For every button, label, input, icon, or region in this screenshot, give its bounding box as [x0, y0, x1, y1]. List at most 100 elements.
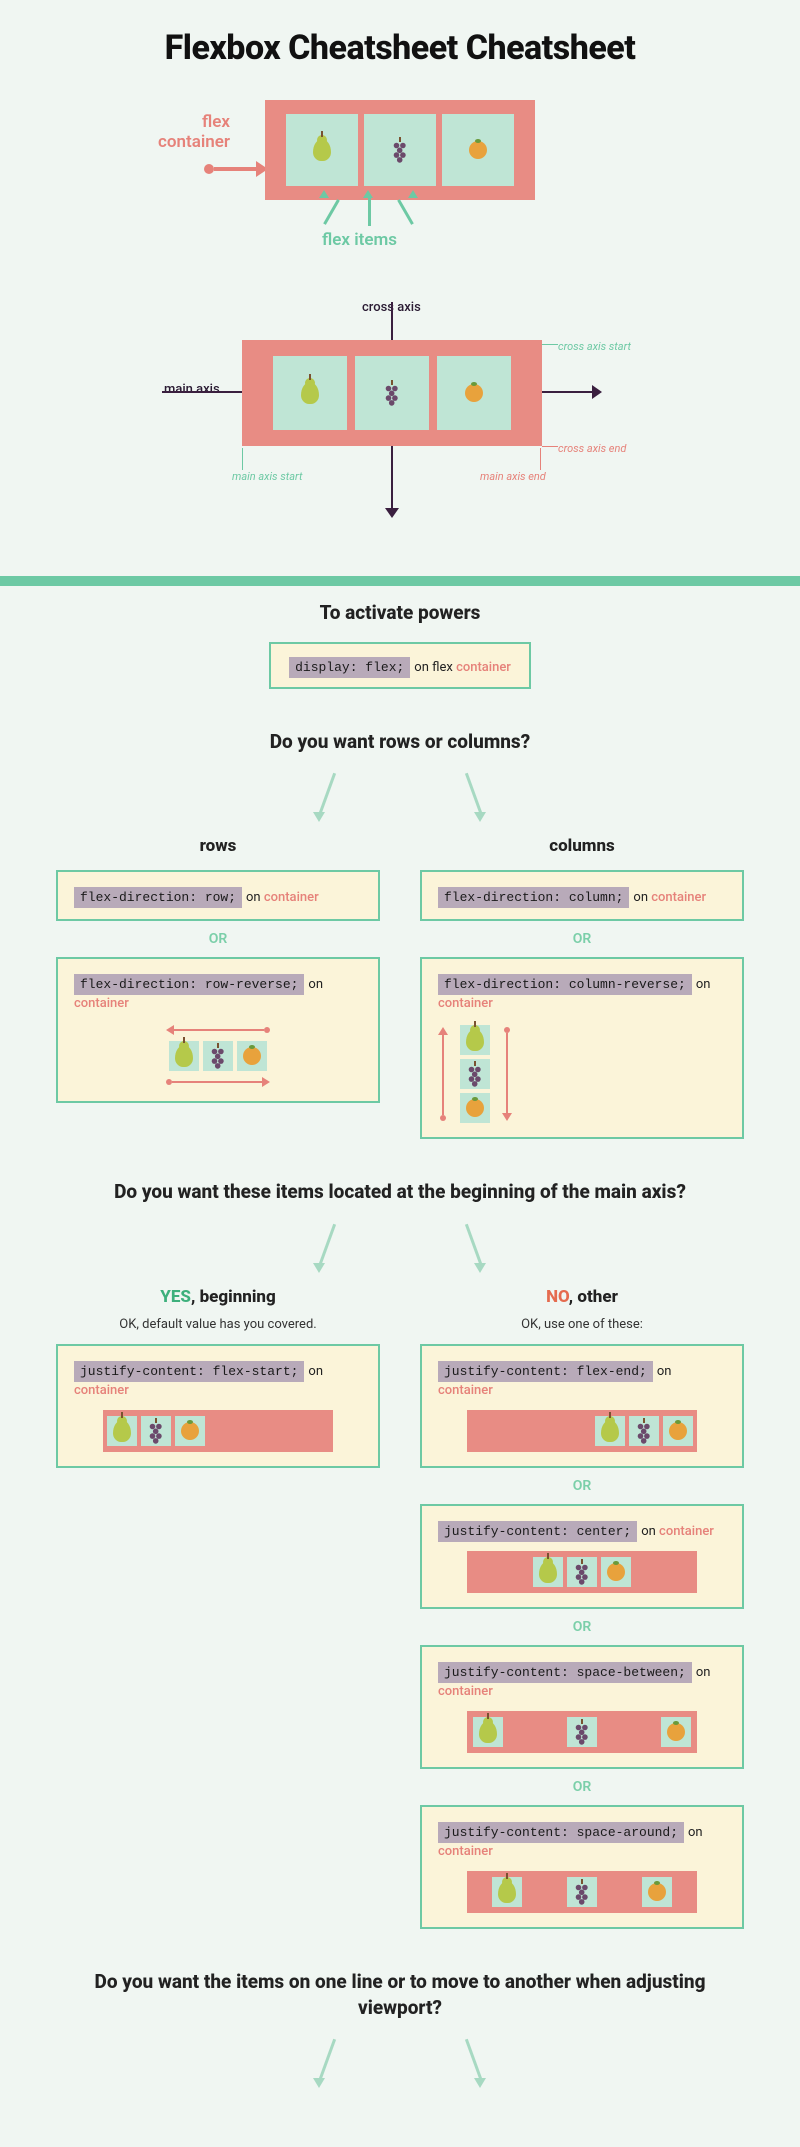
items-arrow-head: [363, 190, 373, 198]
branch-arrow: [319, 2039, 336, 2079]
justify-end-codebox: justify-content: flex-end; on container: [420, 1344, 744, 1468]
wrap-heading: Do you want the items on one line or to …: [0, 1963, 800, 2036]
items-arrow: [368, 198, 371, 226]
cross-axis-arrow: [385, 508, 399, 518]
orange-icon: [465, 384, 483, 402]
orange-icon: [607, 1563, 625, 1581]
orange-icon: [243, 1047, 261, 1065]
pear-icon: [313, 139, 331, 161]
column-reverse-codebox: flex-direction: column-reverse; on conta…: [420, 957, 744, 1139]
items-arrow-head: [408, 190, 418, 198]
cross-axis-end-label: cross axis end: [558, 442, 626, 455]
column-codebox: flex-direction: column; on container: [420, 870, 744, 921]
justify-heading: Do you want these items located at the b…: [0, 1173, 800, 1221]
container-arrow-dot: [204, 164, 214, 174]
items-arrow: [397, 199, 414, 225]
justify-end-demo: [467, 1410, 697, 1452]
page-title: Flexbox Cheatsheet Cheatsheet: [0, 0, 800, 90]
or-label: OR: [420, 1619, 744, 1635]
justify-start-demo: [103, 1410, 333, 1452]
mae-tick: [540, 448, 541, 470]
justify-between-codebox: justify-content: space-between; on conta…: [420, 1645, 744, 1769]
code-justify-flex-start: justify-content: flex-start;: [74, 1361, 304, 1382]
pear-icon: [479, 1721, 497, 1743]
flex-items-label: flex items: [322, 230, 397, 250]
branch-arrow: [319, 1224, 336, 1264]
branch-arrow: [465, 1224, 482, 1264]
reverse-arrow-left: [166, 1025, 270, 1035]
pear-icon: [301, 382, 319, 404]
main-axis-end-label: main axis end: [480, 470, 546, 483]
branch-arrow-head: [474, 1263, 486, 1273]
pear-icon: [539, 1561, 557, 1583]
justify-between-demo: [467, 1711, 697, 1753]
orange-icon: [648, 1883, 666, 1901]
main-axis-arrow: [592, 385, 602, 399]
rows-cols-heading: Do you want rows or columns?: [0, 723, 800, 771]
code-justify-space-around: justify-content: space-around;: [438, 1822, 684, 1843]
cross-axis-start-label: cross axis start: [558, 340, 631, 353]
grape-icon: [466, 1064, 484, 1084]
row-codebox: flex-direction: row; on container: [56, 870, 380, 921]
activate-heading: To activate powers: [0, 594, 800, 642]
no-subtitle: OK, use one of these:: [420, 1317, 744, 1332]
pear-icon: [601, 1420, 619, 1442]
grape-icon: [573, 1722, 591, 1742]
justify-around-demo: [467, 1871, 697, 1913]
row-reverse-codebox: flex-direction: row-reverse; on containe…: [56, 957, 380, 1103]
flex-container-label: flex container: [158, 113, 230, 152]
or-label: OR: [56, 931, 380, 947]
branch-arrow-head: [474, 2078, 486, 2088]
grape-icon: [635, 1421, 653, 1441]
or-label: OR: [420, 1478, 744, 1494]
code-display-flex: display: flex;: [289, 657, 410, 678]
branch-arrow: [465, 2039, 482, 2079]
flex-item: [355, 356, 429, 430]
justify-start-codebox: justify-content: flex-start; on containe…: [56, 1344, 380, 1468]
flex-item: [273, 356, 347, 430]
justify-around-codebox: justify-content: space-around; on contai…: [420, 1805, 744, 1929]
activate-codebox: display: flex; on flex container: [269, 642, 531, 689]
code-justify-space-between: justify-content: space-between;: [438, 1662, 692, 1683]
columns-label: columns: [420, 836, 744, 856]
container-arrow-line: [214, 167, 258, 171]
axes-container-demo: [242, 340, 542, 446]
code-justify-center: justify-content: center;: [438, 1521, 637, 1542]
branch-arrow: [319, 773, 336, 813]
branch-arrow-head: [474, 812, 486, 822]
orange-icon: [469, 141, 487, 159]
orange-icon: [181, 1422, 199, 1440]
code-flex-direction-column-reverse: flex-direction: column-reverse;: [438, 974, 692, 995]
code-justify-flex-end: justify-content: flex-end;: [438, 1361, 653, 1382]
rows-label: rows: [56, 836, 380, 856]
no-label: NO, other: [420, 1287, 744, 1307]
grape-icon: [391, 140, 409, 160]
justify-center-demo: [467, 1551, 697, 1593]
or-label: OR: [420, 1779, 744, 1795]
items-arrow: [323, 199, 340, 225]
section-divider: [0, 576, 800, 586]
flex-item: [442, 114, 514, 186]
reverse-arrow-right: [166, 1077, 270, 1087]
flex-container-demo: [265, 100, 535, 200]
grape-icon: [573, 1882, 591, 1902]
cas-tick: [542, 344, 558, 345]
grape-icon: [573, 1562, 591, 1582]
grape-icon: [209, 1046, 227, 1066]
pear-icon: [498, 1881, 516, 1903]
intro-section: flex container flex items cross axis mai…: [0, 90, 800, 576]
mini-row-demo: [169, 1041, 267, 1071]
on-flex-container-text: on flex container: [414, 660, 511, 675]
flex-item: [286, 114, 358, 186]
main-axis-start-label: main axis start: [232, 470, 302, 483]
code-flex-direction-row-reverse: flex-direction: row-reverse;: [74, 974, 304, 995]
code-flex-direction-row: flex-direction: row;: [74, 887, 242, 908]
branch-arrow-head: [313, 812, 325, 822]
justify-center-codebox: justify-content: center; on container: [420, 1504, 744, 1609]
flex-item: [437, 356, 511, 430]
yes-label: YES, beginning: [56, 1287, 380, 1307]
mas-tick: [242, 448, 243, 470]
grape-icon: [383, 383, 401, 403]
branch-arrow-head: [313, 2078, 325, 2088]
yes-subtitle: OK, default value has you covered.: [56, 1317, 380, 1332]
